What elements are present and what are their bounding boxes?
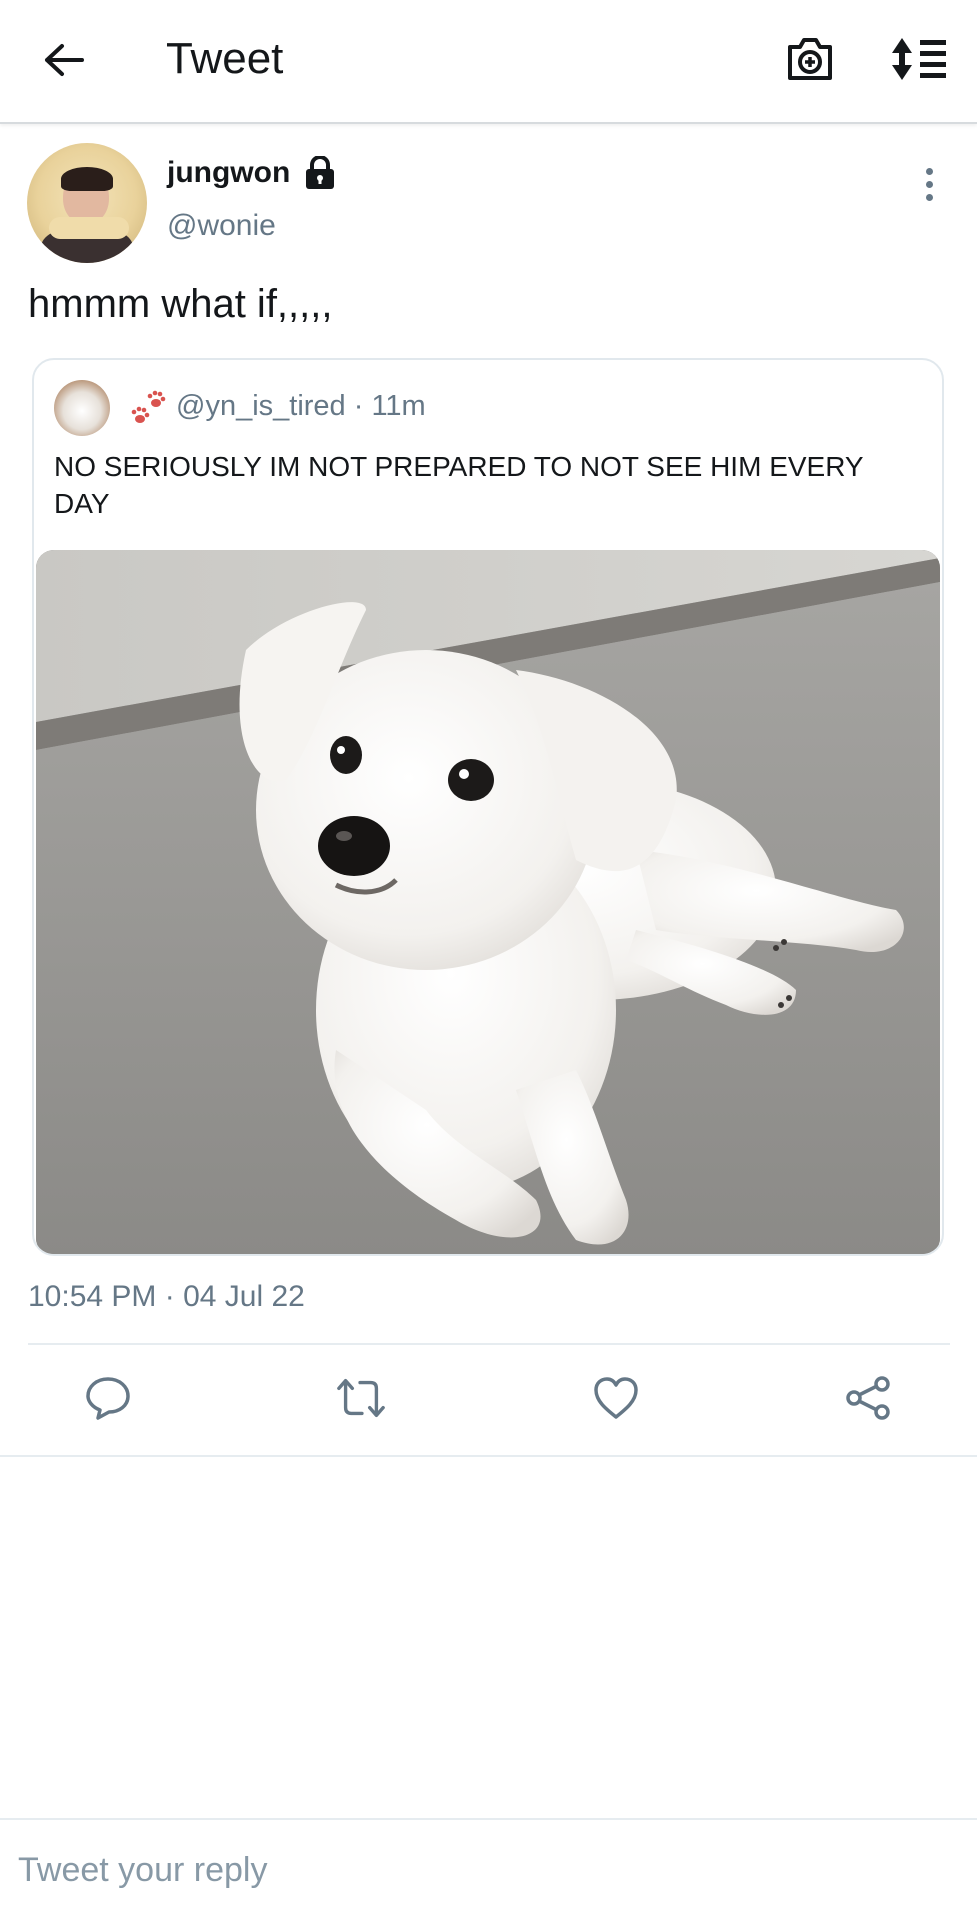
arrow-left-icon [45,44,84,76]
page-title: Tweet [166,34,284,83]
divider [28,1343,950,1345]
heart-icon [594,1377,638,1419]
quoted-handle-and-time: @yn_is_tired · 11m [176,390,426,422]
author-name[interactable]: jungwon [167,156,290,190]
reply-bar [0,1818,977,1920]
more-options-button[interactable] [912,162,946,206]
author-avatar[interactable] [27,143,147,263]
tweet-detail-screen: Tweet jungwon @wonie hmmm what if,,,,, @… [0,0,977,1920]
reply-button[interactable] [82,1372,134,1424]
sort-button[interactable] [890,34,950,84]
lock-icon [306,156,334,189]
retweet-icon [337,1378,385,1418]
reply-icon [86,1377,130,1420]
back-button[interactable] [36,36,92,84]
quoted-author-avatar [54,380,110,436]
quoted-tweet-card[interactable]: @yn_is_tired · 11m NO SERIOUSLY IM NOT P… [32,358,944,1256]
tweet-text: hmmm what if,,,,, [28,282,333,326]
white-dog-photo [36,550,940,1254]
camera-plus-icon [788,38,832,80]
sort-list-icon [892,38,946,80]
quoted-tweet-image[interactable] [36,550,940,1254]
divider [0,1455,977,1457]
quoted-tweet-text: NO SERIOUSLY IM NOT PREPARED TO NOT SEE … [54,451,864,519]
share-icon [846,1376,890,1420]
paw-prints-icon [131,390,166,423]
tweet-timestamp: 10:54 PM · 04 Jul 22 [28,1280,305,1313]
top-app-bar: Tweet [0,0,977,124]
camera-button[interactable] [784,33,836,85]
reply-input[interactable] [18,1844,948,1896]
retweet-button[interactable] [335,1372,387,1424]
share-button[interactable] [842,1372,894,1424]
author-handle[interactable]: @wonie [167,209,276,243]
like-button[interactable] [590,1372,642,1424]
